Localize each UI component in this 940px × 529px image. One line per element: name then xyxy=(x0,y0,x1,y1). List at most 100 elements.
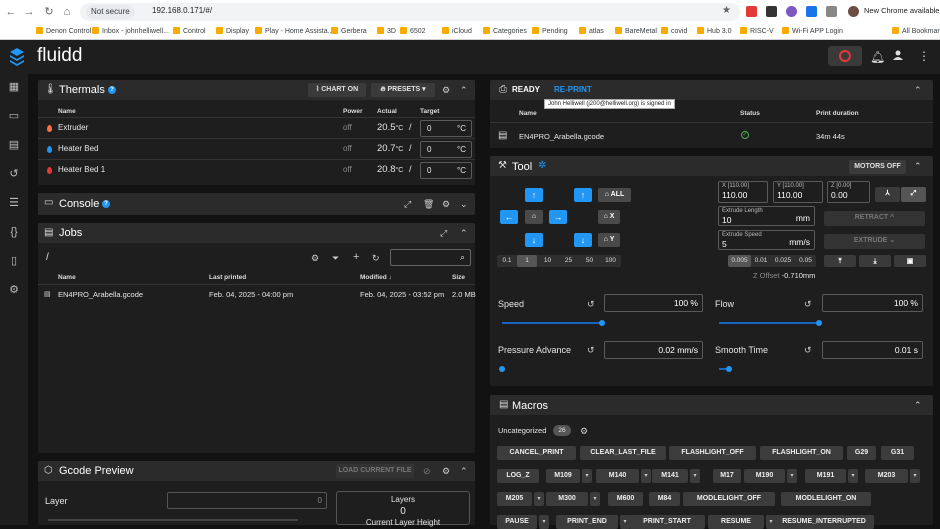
pressure-advance-slider[interactable] xyxy=(499,366,702,372)
extension-icon[interactable] xyxy=(766,6,777,17)
jobs-search-input[interactable]: ⌕ xyxy=(390,249,471,266)
save-z-offset-button[interactable]: ▣ xyxy=(894,255,926,267)
chevron-up-icon[interactable]: ⌃ xyxy=(914,400,922,410)
more-vert-icon[interactable]: ⋮ xyxy=(918,49,930,63)
col-name[interactable]: Name xyxy=(58,274,76,281)
macro-button[interactable]: MODLELIGHT_ON xyxy=(781,492,871,506)
chart-on-button[interactable]: ⌇ CHART ON xyxy=(308,83,366,97)
table-row[interactable]: ▤ EN4PRO_Arabella.gcode Feb. 04, 2025 - … xyxy=(38,285,476,303)
help-icon[interactable]: ? xyxy=(108,86,116,94)
bookmark-item[interactable]: Inbox - johnhelliwell... xyxy=(92,27,169,35)
speed-input[interactable]: 100 % xyxy=(604,294,703,312)
jog-x-minus-button[interactable]: ← xyxy=(500,210,518,224)
console-icon[interactable]: ▭ xyxy=(7,109,21,123)
macro-button[interactable]: M140 xyxy=(596,469,639,483)
macro-button[interactable]: PRINT_END xyxy=(556,515,618,529)
home-all-button[interactable]: ⌂ ALL xyxy=(598,188,631,202)
macro-button[interactable]: CANCEL_PRINT xyxy=(497,446,576,460)
z-position-field[interactable]: Z [0.00] 0.00 xyxy=(827,181,870,203)
step-option[interactable]: 0.005 xyxy=(728,255,751,267)
macro-button[interactable]: LOG_Z xyxy=(497,469,539,483)
extension-icon[interactable] xyxy=(786,6,797,17)
bookmark-item[interactable]: covid xyxy=(661,27,687,35)
macro-button[interactable]: M17 xyxy=(713,469,741,483)
chevron-up-icon[interactable]: ⌃ xyxy=(914,85,922,95)
extension-icon[interactable] xyxy=(746,6,757,17)
extrude-speed-field[interactable]: Extrude Speed 5 mm/s xyxy=(718,230,815,250)
pressure-advance-input[interactable]: 0.02 mm/s xyxy=(604,341,703,359)
home-xy-button[interactable]: ⌂ xyxy=(525,210,543,224)
tune-icon[interactable]: ☰ xyxy=(7,196,21,210)
reprint-tab[interactable]: RE-PRINT xyxy=(554,85,592,94)
reset-icon[interactable]: ↺ xyxy=(804,345,812,356)
motors-off-button[interactable]: MOTORS OFF xyxy=(849,160,906,174)
col-modified[interactable]: Modified ↓ xyxy=(360,274,392,281)
chrome-update-label[interactable]: New Chrome available xyxy=(864,6,939,15)
macro-dropdown-icon[interactable]: ▾ xyxy=(641,469,651,483)
user-icon[interactable] xyxy=(893,50,903,60)
files-icon[interactable]: ▤ xyxy=(7,138,21,152)
layer-input[interactable]: 0 xyxy=(167,492,327,509)
macro-dropdown-icon[interactable]: ▾ xyxy=(590,492,600,506)
config-icon[interactable]: {} xyxy=(7,225,21,239)
bookmark-item[interactable]: atlas xyxy=(579,27,604,35)
bookmark-item[interactable]: Play - Home Assista... xyxy=(255,27,333,35)
star-icon[interactable]: ★ xyxy=(722,5,731,16)
chevron-up-icon[interactable]: ⌃ xyxy=(460,466,468,476)
bookmark-item[interactable]: Control xyxy=(173,27,206,35)
bookmark-item[interactable]: Pending xyxy=(532,27,568,35)
block-icon[interactable]: ⊘ xyxy=(423,466,431,476)
macro-button[interactable]: RESUME_INTERRUPTED xyxy=(774,515,874,529)
load-current-file-button[interactable]: LOAD CURRENT FILE xyxy=(336,464,414,478)
bookmark-item[interactable]: 3D xyxy=(377,27,396,35)
macro-button[interactable]: M109 xyxy=(546,469,580,483)
col-last-printed[interactable]: Last printed xyxy=(209,274,246,281)
z-offset-up-button[interactable]: ⤒ xyxy=(824,255,856,267)
z-offset-down-button[interactable]: ⤓ xyxy=(859,255,891,267)
macro-button[interactable]: M141 xyxy=(652,469,688,483)
step-option[interactable]: 0.05 xyxy=(795,255,816,267)
url-text[interactable]: 192.168.0.171/#/ xyxy=(152,6,212,15)
puzzle-icon[interactable] xyxy=(826,6,837,17)
jobs-path[interactable]: / xyxy=(46,252,49,263)
bookmark-item[interactable]: Display xyxy=(216,27,249,35)
retract-button[interactable]: RETRACT ^ xyxy=(824,211,925,226)
macro-button[interactable]: M600 xyxy=(608,492,643,506)
bookmark-item[interactable]: Categories xyxy=(483,27,527,35)
step-option[interactable]: 50 xyxy=(579,255,600,267)
layer-slider[interactable] xyxy=(48,519,298,521)
step-option[interactable]: 25 xyxy=(558,255,579,267)
bookmark-item[interactable]: RISC-V xyxy=(740,27,774,35)
extension-icon[interactable] xyxy=(806,6,817,17)
macro-dropdown-icon[interactable]: ▾ xyxy=(690,469,700,483)
bookmark-item[interactable]: All Bookmarks xyxy=(892,27,940,35)
macro-button[interactable]: M300 xyxy=(546,492,588,506)
macro-dropdown-icon[interactable]: ▾ xyxy=(787,469,797,483)
step-option[interactable]: 0.1 xyxy=(497,255,517,267)
history-icon[interactable]: ↺ xyxy=(7,167,21,181)
presets-button[interactable]: 🔥︎ PRESETS ▾ xyxy=(371,83,435,97)
refresh-icon[interactable]: ↻ xyxy=(372,253,380,263)
chevron-down-icon[interactable]: ⌄ xyxy=(460,199,468,209)
flow-input[interactable]: 100 % xyxy=(822,294,923,312)
chevron-up-icon[interactable]: ⌃ xyxy=(460,228,468,238)
step-option[interactable]: 100 xyxy=(600,255,621,267)
y-position-field[interactable]: Y [110.00] 110.00 xyxy=(773,181,823,203)
macro-dropdown-icon[interactable]: ▾ xyxy=(848,469,858,483)
macro-button[interactable]: M84 xyxy=(649,492,680,506)
add-icon[interactable]: + xyxy=(353,252,359,263)
step-option[interactable]: 0.01 xyxy=(751,255,771,267)
jog-z-plus-button[interactable]: ↑ xyxy=(574,188,592,202)
flow-slider[interactable] xyxy=(719,320,919,326)
macro-button[interactable]: M191 xyxy=(805,469,846,483)
forward-icon[interactable]: → xyxy=(22,5,36,19)
macro-dropdown-icon[interactable]: ▾ xyxy=(534,492,544,506)
settings-icon[interactable]: ⚙ xyxy=(7,283,21,297)
jog-z-minus-button[interactable]: ↓ xyxy=(574,233,592,247)
extrude-button[interactable]: EXTRUDE ⌄ xyxy=(824,234,925,249)
macro-dropdown-icon[interactable]: ▾ xyxy=(539,515,549,529)
ready-tab[interactable]: READY xyxy=(512,85,540,94)
macro-button[interactable]: PRINT_START xyxy=(629,515,705,529)
heater-name[interactable]: Heater Bed xyxy=(58,144,98,153)
not-secure-badge[interactable]: Not secure xyxy=(86,5,135,19)
